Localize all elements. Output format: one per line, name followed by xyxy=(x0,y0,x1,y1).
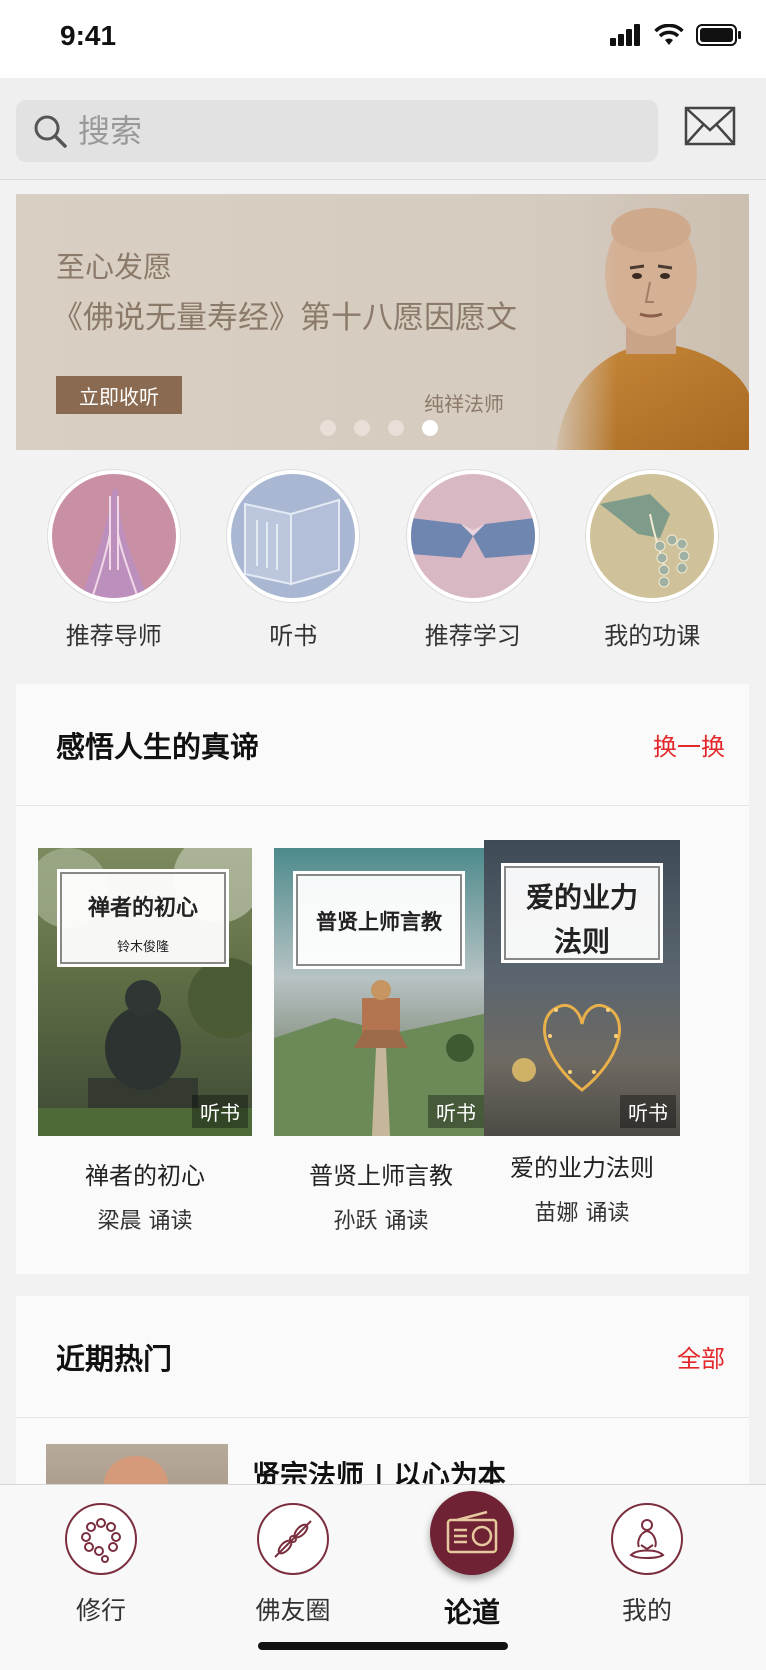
hot-item-title[interactable]: 贤宗法师 | 以心为本 xyxy=(252,1454,506,1484)
category-recommended-teacher[interactable]: 推荐导师 xyxy=(34,470,194,670)
hot-item-thumbnail[interactable] xyxy=(46,1444,228,1484)
search-header xyxy=(0,78,766,180)
book-card[interactable]: 普贤上师言教 听书 普贤上师言教 孙跃 诵读 xyxy=(274,848,488,1235)
listen-now-button[interactable]: 立即收听 xyxy=(56,376,182,414)
cover-title-frame: 普贤上师言教 xyxy=(293,871,465,969)
battery-icon xyxy=(696,24,741,46)
book-card[interactable]: 爱的业力 法则 听书 爱的业力法则 苗娜 诵读 xyxy=(484,840,698,1227)
search-icon xyxy=(34,115,67,148)
book-cover: 爱的业力 法则 听书 xyxy=(484,840,680,1136)
section-header: 近期热门 全部 xyxy=(16,1296,749,1418)
tab-discussion[interactable]: 论道 xyxy=(407,1491,537,1631)
book-name: 禅者的初心 xyxy=(85,1162,205,1190)
open-book-icon xyxy=(227,470,360,602)
search-input[interactable] xyxy=(78,112,618,150)
book-reader: 苗娜 诵读 xyxy=(534,1201,630,1226)
category-recommended-study[interactable]: 推荐学习 xyxy=(393,470,553,670)
category-label: 推荐学习 xyxy=(424,622,521,650)
cover-title: 普贤上师言教 xyxy=(316,909,442,934)
section-title: 感悟人生的真谛 xyxy=(56,729,260,764)
category-my-practice[interactable]: 我的功课 xyxy=(572,470,732,670)
banner-master-name: 纯祥法师 xyxy=(424,392,504,416)
tab-practice[interactable]: 修行 xyxy=(36,1503,166,1627)
book-reader: 孙跃 诵读 xyxy=(333,1209,429,1234)
section-recent-hot: 近期热门 全部 贤宗法师 | 以心为本 xyxy=(16,1296,749,1484)
search-box[interactable] xyxy=(16,100,658,162)
wifi-icon xyxy=(654,24,684,45)
category-label: 我的功课 xyxy=(604,622,701,650)
home-indicator xyxy=(258,1642,508,1650)
view-all-button[interactable]: 全部 xyxy=(677,1339,725,1374)
banner-title: 《佛说无量寿经》第十八愿因愿文 xyxy=(52,300,517,336)
category-label: 听书 xyxy=(269,622,318,650)
tab-label: 修行 xyxy=(75,1596,126,1625)
vajra-icon xyxy=(257,1503,329,1575)
section-life-truth: 感悟人生的真谛 换一换 禅者的初心 铃木俊隆 听书 禅者的初心 梁晨 诵读 普贤… xyxy=(16,684,749,1274)
signal-icon xyxy=(610,24,640,46)
tab-label: 我的 xyxy=(621,1596,672,1625)
master-portrait-image xyxy=(546,194,749,450)
tab-buddy-circle[interactable]: 佛友圈 xyxy=(228,1503,358,1627)
tab-mine[interactable]: 我的 xyxy=(582,1503,712,1627)
meditating-person-icon xyxy=(611,1503,683,1575)
status-bar: 9:41 xyxy=(0,0,766,78)
cover-title: 禅者的初心 xyxy=(87,895,198,921)
banner-dot-active[interactable] xyxy=(422,420,438,436)
promo-banner[interactable]: 至心发愿 《佛说无量寿经》第十八愿因愿文 立即收听 纯祥法师 xyxy=(16,194,749,450)
book-reader: 梁晨 诵读 xyxy=(97,1209,193,1234)
tab-label: 论道 xyxy=(443,1596,500,1629)
category-label: 推荐导师 xyxy=(65,622,162,650)
tab-label: 佛友圈 xyxy=(255,1596,331,1625)
category-grid: 推荐导师 听书 推荐学习 我的功课 xyxy=(0,470,766,670)
book-name: 普贤上师言教 xyxy=(309,1162,453,1190)
status-icons xyxy=(610,24,742,46)
joined-hands-icon xyxy=(406,470,539,602)
category-listen-book[interactable]: 听书 xyxy=(213,470,373,670)
cover-title-frame: 禅者的初心 铃木俊隆 xyxy=(57,869,229,967)
listen-tag: 听书 xyxy=(620,1095,676,1128)
book-card[interactable]: 禅者的初心 铃木俊隆 听书 禅者的初心 梁晨 诵读 xyxy=(38,848,252,1235)
banner-pagination xyxy=(320,420,438,436)
cover-author: 铃木俊隆 xyxy=(116,940,169,955)
praying-hands-icon xyxy=(47,470,180,602)
listen-tag: 听书 xyxy=(192,1095,248,1128)
prayer-beads-hand-icon xyxy=(586,470,719,602)
prayer-beads-icon xyxy=(65,1503,137,1575)
mail-icon[interactable] xyxy=(684,106,736,146)
banner-dot[interactable] xyxy=(320,420,336,436)
section-header: 感悟人生的真谛 换一换 xyxy=(16,684,749,806)
cover-title-line1: 爱的业力 xyxy=(525,881,638,914)
banner-dot[interactable] xyxy=(354,420,370,436)
listen-tag: 听书 xyxy=(428,1095,484,1128)
book-list: 禅者的初心 铃木俊隆 听书 禅者的初心 梁晨 诵读 普贤上师言教 听书 普贤上师… xyxy=(16,806,749,1274)
cover-title-frame: 爱的业力 法则 xyxy=(501,863,663,963)
cover-title-line2: 法则 xyxy=(553,925,610,958)
banner-dot[interactable] xyxy=(388,420,404,436)
refresh-button[interactable]: 换一换 xyxy=(653,727,725,762)
book-name: 爱的业力法则 xyxy=(510,1154,654,1182)
radio-icon xyxy=(430,1491,514,1575)
book-cover: 禅者的初心 铃木俊隆 听书 xyxy=(38,848,252,1136)
status-time: 9:41 xyxy=(60,20,117,51)
banner-subtitle: 至心发愿 xyxy=(56,250,173,284)
book-cover: 普贤上师言教 听书 xyxy=(274,848,488,1136)
section-title: 近期热门 xyxy=(56,1341,173,1376)
